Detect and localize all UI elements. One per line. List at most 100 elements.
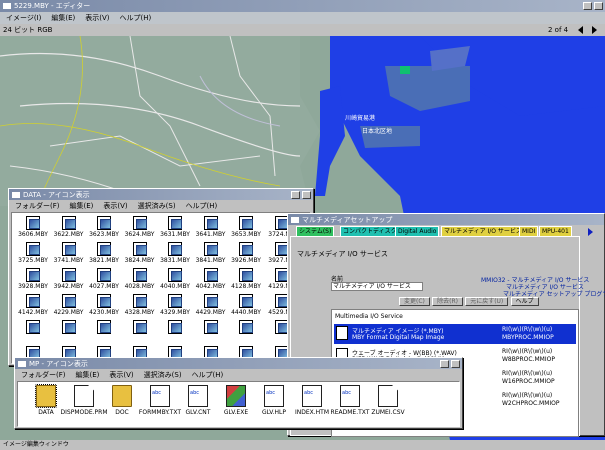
file-item[interactable]: 3606.MBY bbox=[16, 216, 50, 238]
file-item[interactable]: 3824.MBY bbox=[123, 242, 157, 264]
mp-window-titlebar[interactable]: MP - アイコン表示 bbox=[15, 358, 462, 369]
file-item[interactable]: 3653.MBY bbox=[229, 216, 263, 238]
tab-mpu401[interactable]: MPU-401 bbox=[539, 226, 572, 236]
file-item[interactable]: 4329.MBY bbox=[158, 294, 192, 316]
list-item[interactable]: マルチメディア イメージ (*.MBY) MBY Format Digital M… bbox=[334, 324, 576, 344]
file-item[interactable]: 4042.MBY bbox=[194, 268, 228, 290]
menu-view[interactable]: 表示(V) bbox=[109, 370, 133, 380]
file-item[interactable]: 3641.MBY bbox=[194, 216, 228, 238]
action-buttons: 変更(C) 除去(R) 元に戻す(U) ヘルプ bbox=[399, 297, 539, 306]
document-icon bbox=[74, 385, 94, 407]
file-item[interactable]: 4328.MBY bbox=[123, 294, 157, 316]
prev-page-icon[interactable] bbox=[578, 26, 583, 34]
file-name: 4328.MBY bbox=[124, 309, 155, 316]
map-image-file-icon bbox=[132, 268, 147, 282]
map-image-file-icon bbox=[61, 268, 76, 282]
file-item[interactable] bbox=[16, 320, 50, 342]
file-item[interactable]: 4230.MBY bbox=[87, 294, 121, 316]
file-item[interactable]: ZUMEI.CSV bbox=[364, 385, 412, 416]
mm-window-titlebar[interactable]: マルチメディアセットアップ bbox=[288, 214, 604, 225]
item-procedure: W2CHPROC.MMIOP bbox=[502, 400, 560, 407]
minimize-button[interactable] bbox=[291, 190, 300, 199]
file-item[interactable]: 3841.MBY bbox=[194, 242, 228, 264]
file-item[interactable] bbox=[229, 320, 263, 342]
file-item[interactable]: 3942.MBY bbox=[52, 268, 86, 290]
tab-mmio-services[interactable]: マルチメディア I/O サービス bbox=[441, 226, 525, 236]
item-code: RI(\w\)(R\(\w\)(u) bbox=[502, 392, 553, 399]
change-button[interactable]: 変更(C) bbox=[399, 297, 430, 306]
menu-folder[interactable]: フォルダー(F) bbox=[21, 370, 66, 380]
undo-button[interactable]: 元に戻す(U) bbox=[465, 297, 509, 306]
menu-image[interactable]: イメージ(I) bbox=[6, 13, 41, 23]
file-item[interactable]: 3622.MBY bbox=[52, 216, 86, 238]
file-item[interactable]: 4040.MBY bbox=[158, 268, 192, 290]
file-item[interactable]: 3623.MBY bbox=[87, 216, 121, 238]
file-item[interactable] bbox=[158, 320, 192, 342]
menu-help[interactable]: ヘルプ(H) bbox=[192, 370, 224, 380]
tab-digital-audio[interactable]: Digital Audio bbox=[395, 226, 440, 236]
file-item[interactable] bbox=[52, 320, 86, 342]
file-item[interactable] bbox=[87, 320, 121, 342]
map-image-file-icon bbox=[239, 268, 253, 282]
data-window-titlebar[interactable]: DATA - アイコン表示 bbox=[9, 189, 313, 200]
map-image-file-icon bbox=[132, 216, 147, 230]
menu-folder[interactable]: フォルダー(F) bbox=[15, 201, 60, 211]
file-item[interactable]: 4027.MBY bbox=[87, 268, 121, 290]
map-image-file-icon bbox=[61, 320, 76, 334]
menu-help[interactable]: ヘルプ(H) bbox=[186, 201, 218, 211]
file-name: 3725.MBY bbox=[18, 257, 48, 264]
folder-icon bbox=[112, 385, 132, 407]
menu-view[interactable]: 表示(V) bbox=[85, 13, 109, 23]
file-name: 4329.MBY bbox=[160, 309, 190, 316]
file-item[interactable]: 3926.MBY bbox=[229, 242, 263, 264]
tab-midi[interactable]: MIDI bbox=[519, 226, 539, 236]
file-item[interactable]: 3624.MBY bbox=[123, 216, 157, 238]
menu-view[interactable]: 表示(V) bbox=[103, 201, 127, 211]
file-item[interactable]: 4142.MBY bbox=[16, 294, 50, 316]
help-button[interactable]: ヘルプ bbox=[510, 297, 539, 306]
map-image-file-icon bbox=[26, 294, 40, 308]
remove-button[interactable]: 除去(R) bbox=[432, 297, 463, 306]
file-item[interactable] bbox=[123, 320, 157, 342]
minimize-button[interactable] bbox=[583, 2, 592, 10]
file-name: INDEX.HTM bbox=[294, 409, 330, 416]
minimize-button[interactable] bbox=[440, 359, 449, 368]
name-field[interactable]: マルチメディア I/O サービス bbox=[331, 282, 423, 291]
file-item[interactable]: 3725.MBY bbox=[16, 242, 50, 264]
file-item[interactable]: 4128.MBY bbox=[229, 268, 263, 290]
menu-edit[interactable]: 編集(E) bbox=[51, 13, 75, 23]
menu-edit[interactable]: 編集(E) bbox=[70, 201, 94, 211]
maximize-button[interactable] bbox=[594, 2, 603, 10]
file-name: 3831.MBY bbox=[160, 257, 190, 264]
file-item[interactable]: 4429.MBY bbox=[194, 294, 228, 316]
file-item[interactable]: 3928.MBY bbox=[16, 268, 50, 290]
menu-selected[interactable]: 選択済み(S) bbox=[138, 201, 176, 211]
tab-scroll-right-icon[interactable] bbox=[588, 228, 593, 236]
media-file-icon bbox=[336, 326, 348, 340]
file-item[interactable]: 3831.MBY bbox=[158, 242, 192, 264]
map-image-file-icon bbox=[26, 268, 40, 282]
system-menu-icon[interactable] bbox=[12, 191, 20, 198]
file-item[interactable] bbox=[194, 320, 228, 342]
file-item[interactable]: 4028.MBY bbox=[123, 268, 157, 290]
file-name: DOC bbox=[115, 409, 129, 416]
file-item[interactable]: 3821.MBY bbox=[87, 242, 121, 264]
menu-help[interactable]: ヘルプ(H) bbox=[120, 13, 152, 23]
file-item[interactable]: 4440.MBY bbox=[229, 294, 263, 316]
tab-compact-disc[interactable]: コンパクトディスク bbox=[340, 226, 400, 236]
next-page-icon[interactable] bbox=[592, 26, 597, 34]
menu-selected[interactable]: 選択済み(S) bbox=[144, 370, 182, 380]
color-depth-label: 24 ビット RGB bbox=[3, 26, 53, 34]
system-menu-icon[interactable] bbox=[3, 3, 11, 9]
map-editor-titlebar[interactable]: 5229.MBY - エディター bbox=[0, 0, 605, 12]
tab-system[interactable]: システム(S) bbox=[296, 226, 335, 236]
file-item[interactable]: 4229.MBY bbox=[52, 294, 86, 316]
maximize-button[interactable] bbox=[302, 190, 311, 199]
file-item[interactable]: 3631.MBY bbox=[158, 216, 192, 238]
system-menu-icon[interactable] bbox=[291, 216, 299, 223]
maximize-button[interactable] bbox=[451, 359, 460, 368]
menu-edit[interactable]: 編集(E) bbox=[76, 370, 100, 380]
file-item[interactable]: 3741.MBY bbox=[52, 242, 86, 264]
file-name: GLV.HLP bbox=[261, 409, 287, 416]
system-menu-icon[interactable] bbox=[18, 360, 26, 367]
